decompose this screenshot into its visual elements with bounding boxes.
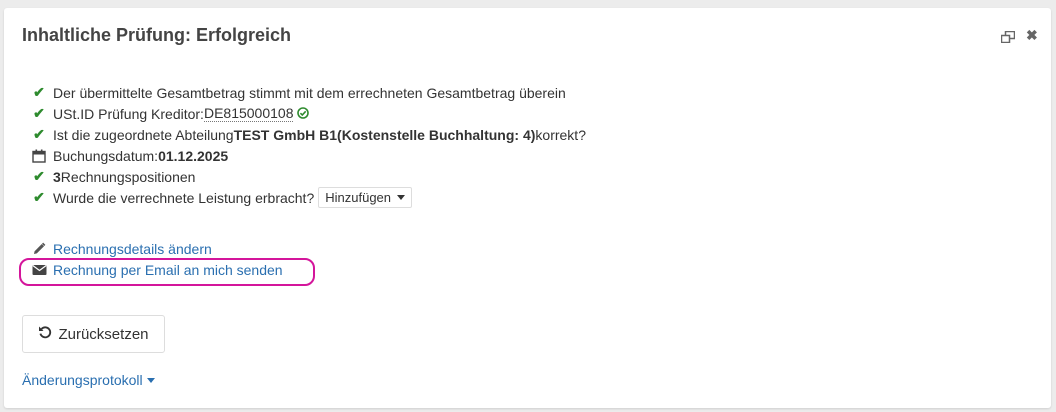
positions-label: Rechnungspositionen xyxy=(60,168,196,185)
vat-label: USt.ID Prüfung Kreditor: xyxy=(53,105,204,122)
service-question: Wurde die verrechnete Leistung erbracht? xyxy=(53,189,315,206)
check-icon: ✔ xyxy=(33,126,45,142)
check-icon: ✔ xyxy=(33,168,45,184)
booking-label: Buchungsdatum: xyxy=(53,147,159,164)
pencil-icon xyxy=(31,242,47,256)
undo-icon xyxy=(38,325,52,343)
check-icon: ✔ xyxy=(33,84,45,100)
check-row-department: ✔ Ist die zugeordnete Abteilung TEST Gmb… xyxy=(31,124,586,145)
edit-details-row[interactable]: Rechnungsdetails ändern xyxy=(31,238,283,259)
department-prefix: Ist die zugeordnete Abteilung xyxy=(53,126,234,143)
highlight-annotation xyxy=(19,258,315,286)
check-list: ✔ Der übermittelte Gesamtbetrag stimmt m… xyxy=(31,82,586,208)
check-panel: Inhaltliche Prüfung: Erfolgreich ✖ ✔ Der… xyxy=(4,8,1051,408)
check-circle-icon xyxy=(297,106,310,122)
booking-date: 01.12.2025 xyxy=(158,147,229,164)
check-icon: ✔ xyxy=(33,189,45,205)
close-icon[interactable]: ✖ xyxy=(1026,28,1038,42)
changelog-label: Änderungsprotokoll xyxy=(22,372,143,388)
service-dropdown-label: Hinzufügen xyxy=(325,190,392,205)
check-row-vat: ✔ USt.ID Prüfung Kreditor: DE815000108 xyxy=(31,103,586,124)
department-name: TEST GmbH B1 xyxy=(233,126,338,143)
check-row-service: ✔ Wurde die verrechnete Leistung erbrach… xyxy=(31,187,586,208)
check-row-positions: ✔ 3 Rechnungspositionen xyxy=(31,166,586,187)
vat-id-value[interactable]: DE815000108 xyxy=(203,105,294,122)
caret-down-icon xyxy=(146,377,155,383)
reset-button-label: Zurücksetzen xyxy=(58,325,149,343)
service-dropdown[interactable]: Hinzufügen xyxy=(318,187,413,208)
check-row-booking-date: Buchungsdatum: 01.12.2025 xyxy=(31,145,586,166)
check-row-total: ✔ Der übermittelte Gesamtbetrag stimmt m… xyxy=(31,82,586,103)
department-cost-center: (Kostenstelle Buchhaltung: 4) xyxy=(337,126,536,143)
calendar-icon xyxy=(31,149,47,163)
check-icon: ✔ xyxy=(33,105,45,121)
department-suffix: korrekt? xyxy=(535,126,586,143)
reset-button[interactable]: Zurücksetzen xyxy=(22,315,165,353)
check-total-text: Der übermittelte Gesamtbetrag stimmt mit… xyxy=(53,84,566,101)
changelog-toggle[interactable]: Änderungsprotokoll xyxy=(22,372,155,388)
positions-count: 3 xyxy=(53,168,61,185)
restore-window-icon[interactable] xyxy=(1000,30,1016,46)
caret-down-icon xyxy=(397,195,406,200)
edit-details-link[interactable]: Rechnungsdetails ändern xyxy=(53,241,212,257)
panel-title: Inhaltliche Prüfung: Erfolgreich xyxy=(22,25,292,45)
